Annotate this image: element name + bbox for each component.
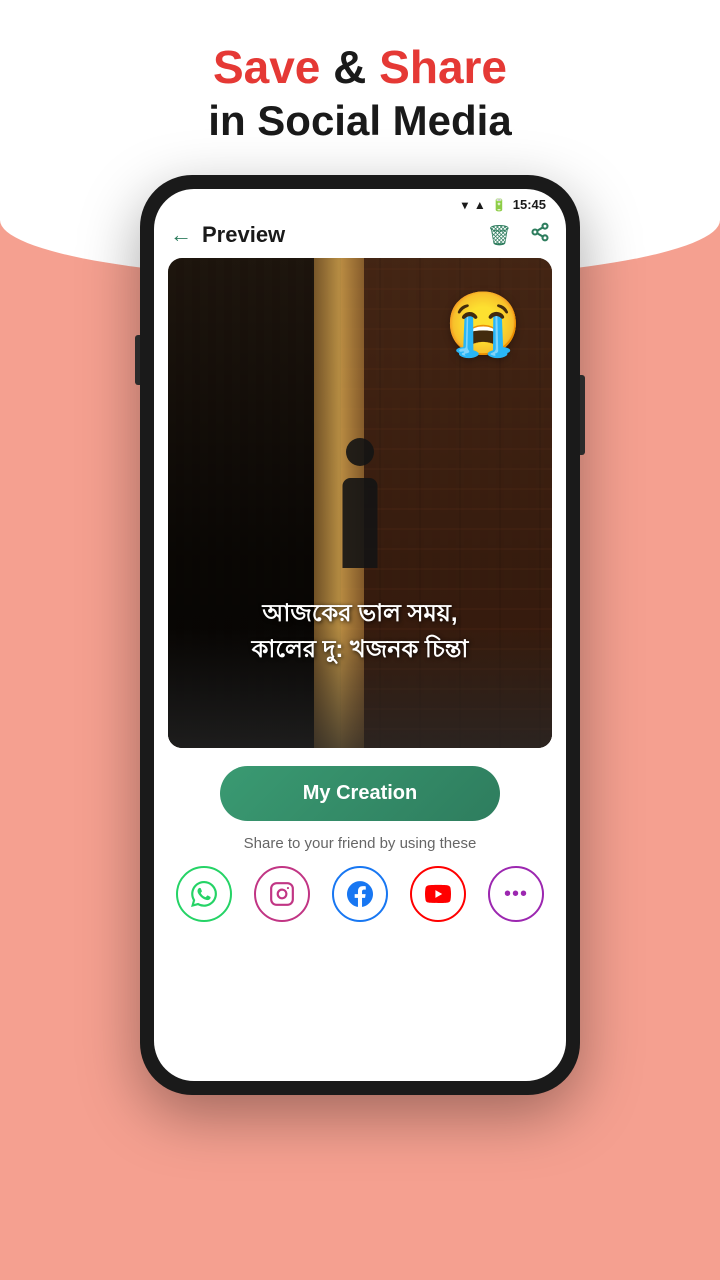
my-creation-button[interactable]: My Creation	[220, 766, 500, 821]
share-label: Share to your friend by using these	[154, 835, 566, 852]
youtube-button[interactable]	[410, 866, 466, 922]
facebook-button[interactable]	[332, 866, 388, 922]
share-icons-row: •••	[154, 866, 566, 934]
ampersand-text: &	[333, 41, 379, 93]
whatsapp-button[interactable]	[176, 866, 232, 922]
app-bar: ← Preview 🗑	[154, 216, 566, 258]
share-icon[interactable]	[530, 222, 550, 248]
wifi-icon: ▾	[462, 198, 468, 212]
more-button[interactable]: •••	[488, 866, 544, 922]
status-bar: ▾ ▲ 🔋 15:45	[154, 189, 566, 216]
back-button[interactable]: ←	[170, 222, 192, 248]
screen-title: Preview	[202, 222, 469, 248]
header-title: Save & Share	[0, 40, 720, 95]
image-text-overlay: আজকের ভাল সময়, কালের দু: খজনক চিন্তা	[168, 596, 552, 668]
figure-head	[346, 438, 374, 466]
bengali-text-line1: আজকের ভাল সময়,	[188, 596, 532, 632]
person-figure	[320, 438, 400, 568]
delete-icon[interactable]: 🗑	[487, 223, 512, 248]
signal-icon: ▲	[474, 198, 486, 212]
share-text: Share	[379, 41, 507, 93]
time-display: 15:45	[513, 197, 546, 212]
share-section: Share to your friend by using these	[154, 835, 566, 934]
battery-icon: 🔋	[492, 198, 507, 212]
instagram-button[interactable]	[254, 866, 310, 922]
figure-body	[343, 478, 378, 568]
phone-screen: ▾ ▲ 🔋 15:45 ← Preview 🗑	[154, 189, 566, 1081]
save-text: Save	[213, 41, 320, 93]
phone-mockup: ▾ ▲ 🔋 15:45 ← Preview 🗑	[140, 175, 580, 1095]
header-subtitle: in Social Media	[0, 97, 720, 145]
image-card: 😭 আজকের ভাল সময়, কালের দু: খজনক চিন্তা	[168, 258, 552, 748]
crying-emoji: 😭	[445, 288, 522, 361]
bengali-text-line2: কালের দু: খজনক চিন্তা	[188, 632, 532, 668]
phone-wrapper: ▾ ▲ 🔋 15:45 ← Preview 🗑	[0, 175, 720, 1095]
header-section: Save & Share in Social Media	[0, 0, 720, 165]
